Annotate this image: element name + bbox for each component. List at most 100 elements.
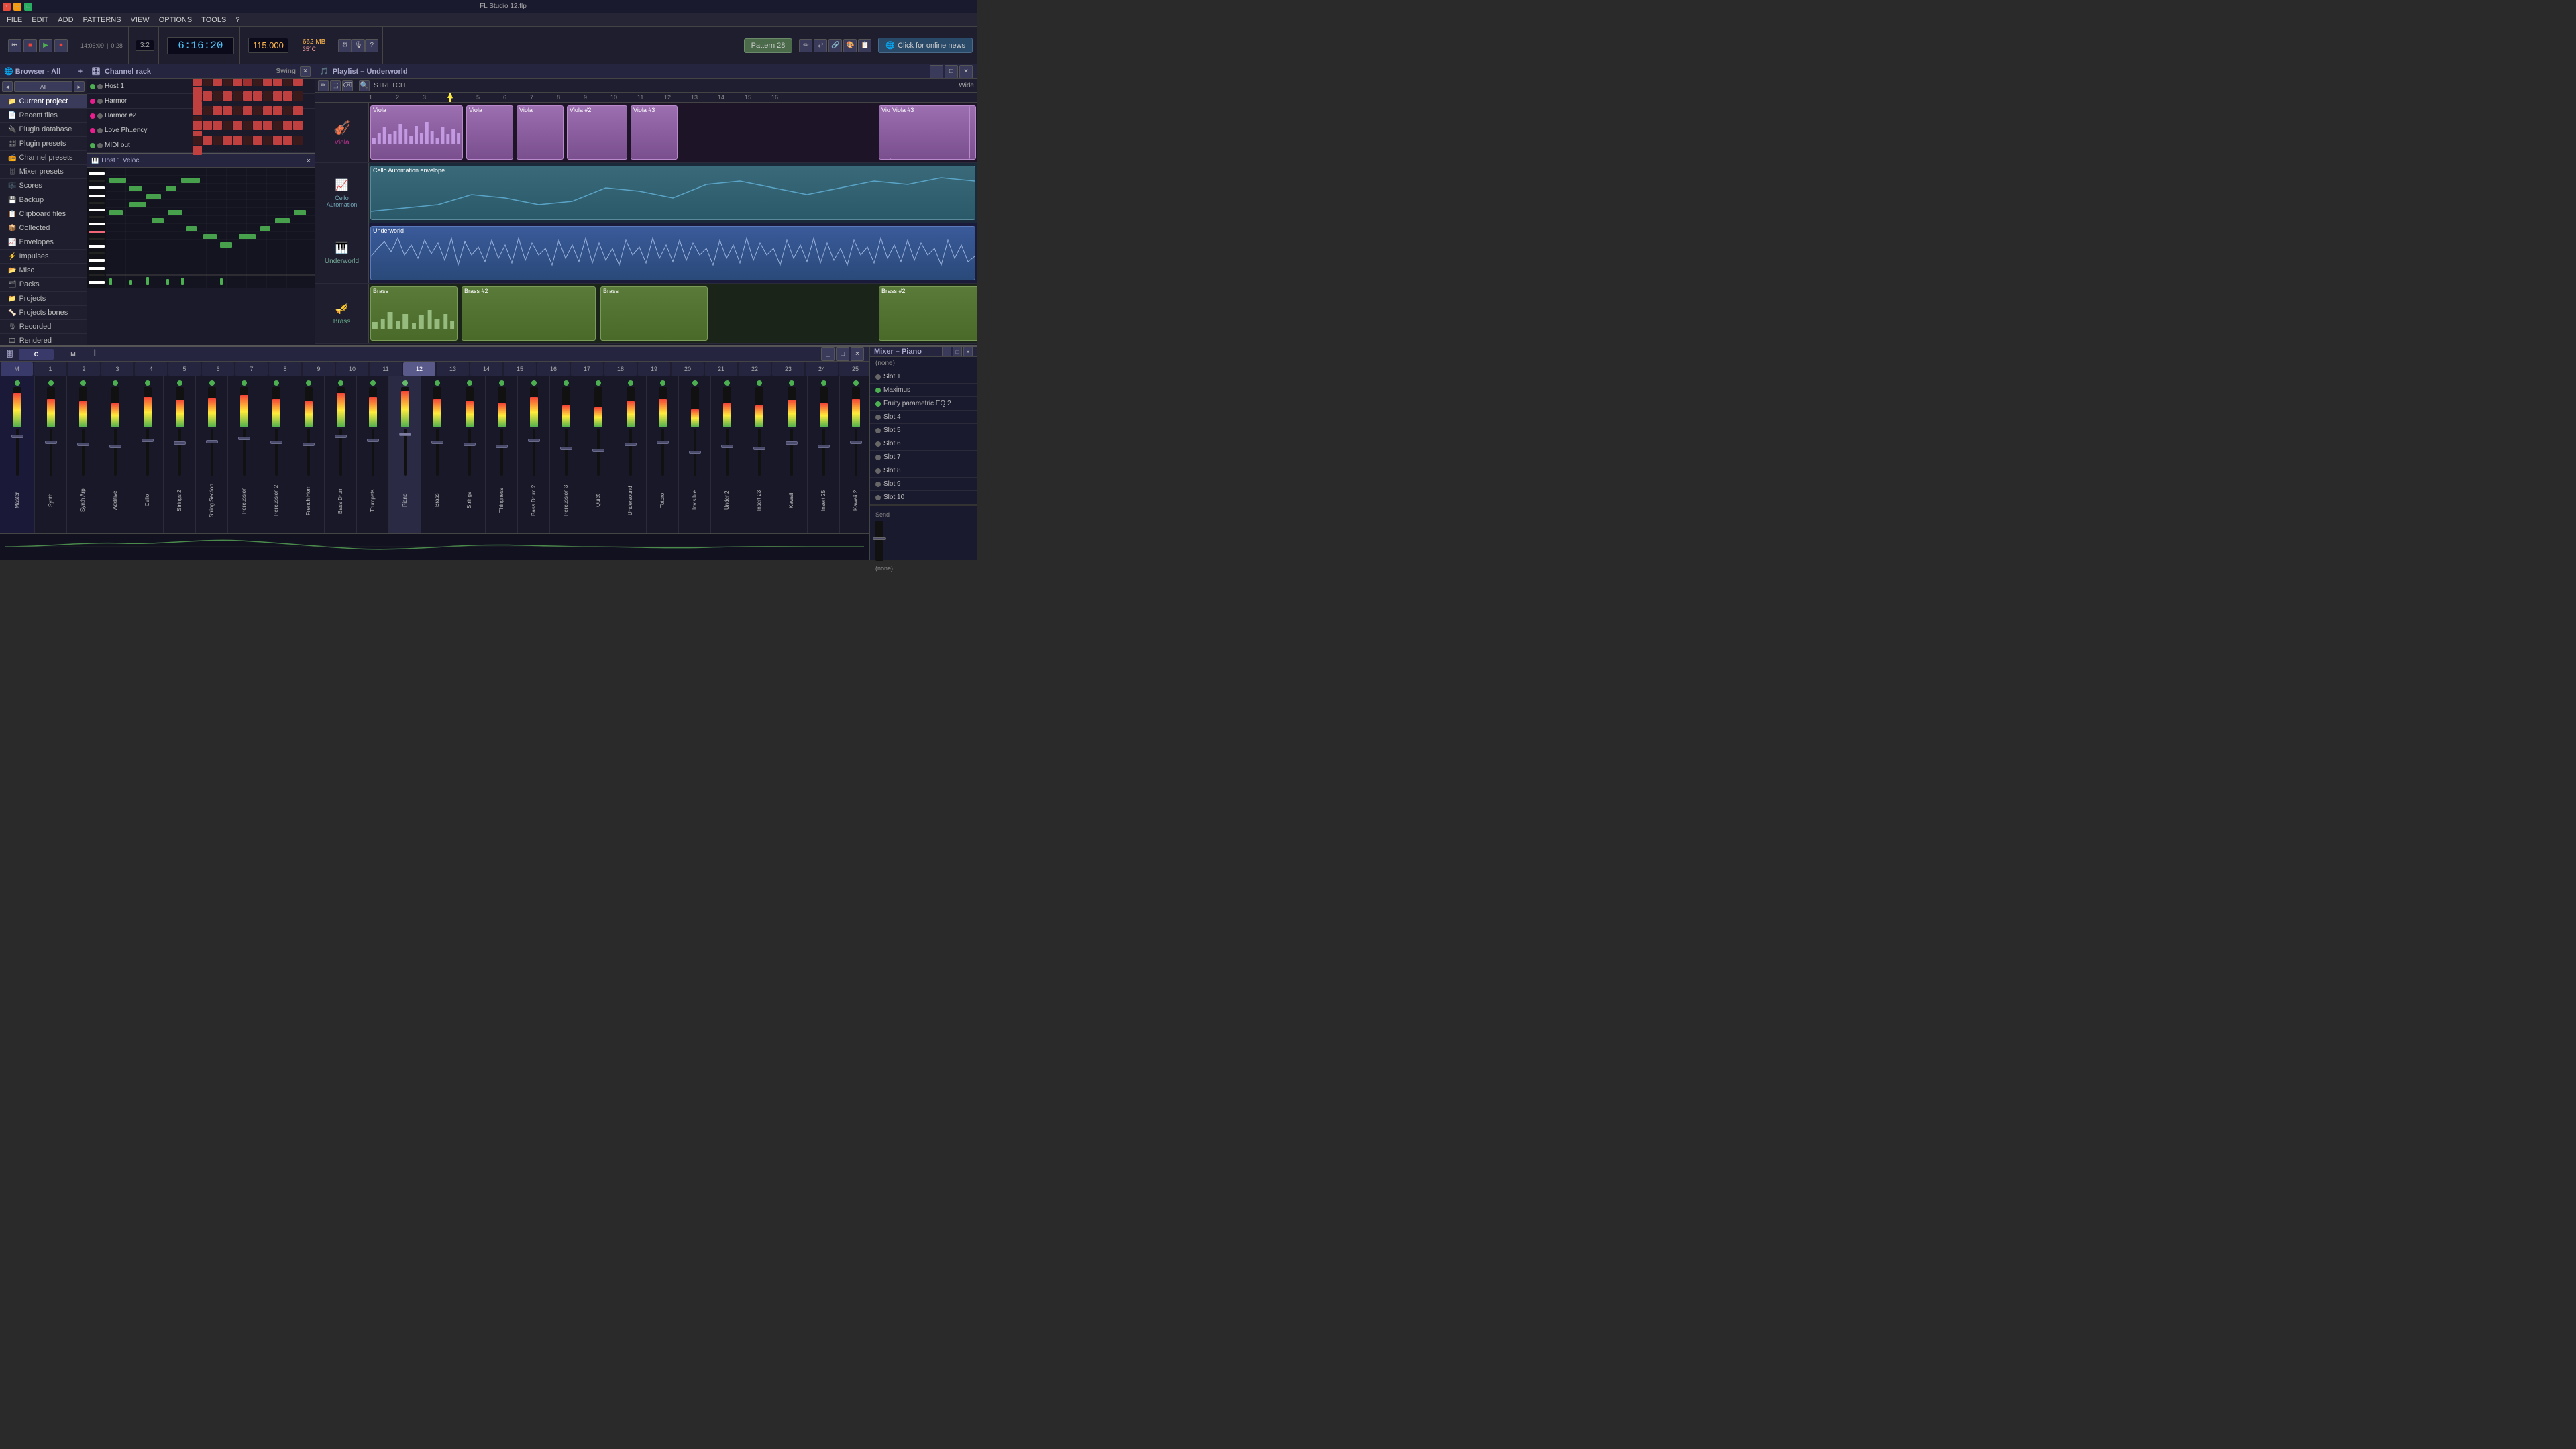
fx-slot-9[interactable]: Slot 9 [870,478,977,491]
fader-knob[interactable] [496,445,508,448]
step-cell[interactable] [223,121,232,130]
mixer-ch-led[interactable] [724,380,730,386]
mixer-ch-led[interactable] [531,380,537,386]
sidebar-item-rendered[interactable]: 🎞 Rendered [0,334,87,345]
select-tool[interactable]: ⬚ [330,80,341,91]
fx-min-btn[interactable]: _ [942,347,951,356]
mixer-ch-led[interactable] [306,380,311,386]
browser-back-btn[interactable]: ◄ [2,81,13,92]
mixer-num-6[interactable]: 6 [202,362,234,376]
mixer-channel-String Section[interactable]: String Section [196,376,228,533]
step-cell[interactable] [293,121,303,130]
step-cell[interactable] [263,136,272,145]
step-cell[interactable] [283,91,292,101]
fader-knob[interactable] [238,437,250,440]
mixer-channel-Additive[interactable]: Additive [99,376,131,533]
step-cell[interactable] [233,106,242,115]
mixer-channel-Synth[interactable]: Synth [35,376,67,533]
fader-knob[interactable] [174,441,186,445]
fader-knob[interactable] [206,440,218,443]
fader-knob[interactable] [786,441,798,445]
mixer-channel-Bass Drum[interactable]: Bass Drum [325,376,357,533]
fader-knob[interactable] [367,439,379,442]
mixer-minimize-btn[interactable]: _ [821,347,835,361]
fx-max-btn[interactable]: □ [953,347,962,356]
step-cell[interactable] [203,106,212,115]
menu-edit[interactable]: EDIT [28,15,52,25]
piano-roll-content[interactable] [87,168,315,288]
mixer-ch-led[interactable] [628,380,633,386]
mixer-ch-led[interactable] [499,380,504,386]
step-cell[interactable] [243,121,252,130]
fx-led-7[interactable] [875,455,881,460]
mixer-num-4[interactable]: 4 [135,362,167,376]
mixer-num-10[interactable]: 10 [336,362,368,376]
mixer-channel-Percussion 2[interactable]: Percussion 2 [260,376,292,533]
channel-name[interactable]: Harmor [105,97,189,105]
fader-knob[interactable] [335,435,347,438]
viola-clip-3[interactable]: Viola [517,105,564,160]
fader-knob[interactable] [753,447,765,450]
mixer-num-13[interactable]: 13 [437,362,469,376]
step-cell[interactable] [283,106,292,115]
mixer-ch-led[interactable] [596,380,601,386]
fader-knob[interactable] [399,433,411,436]
fader-knob[interactable] [818,445,830,448]
step-cell[interactable] [203,91,212,101]
tool-4[interactable]: 🎨 [843,39,857,52]
mixer-num-15[interactable]: 15 [504,362,536,376]
fx-slot-8[interactable]: Slot 8 [870,464,977,478]
mixer-channel-Insert 25[interactable]: Insert 25 [808,376,840,533]
step-cell[interactable] [253,136,262,145]
viola-clip-2[interactable]: Viola [466,105,513,160]
mixer-channel-French Horn[interactable]: French Horn [292,376,325,533]
channel-led[interactable] [90,128,95,133]
mixer-m-num[interactable]: M [56,349,91,360]
mixer-num-21[interactable]: 21 [705,362,737,376]
sidebar-item-misc[interactable]: 📂 Misc [0,264,87,278]
fader-knob[interactable] [431,441,443,444]
mixer-channel-Strings[interactable]: Strings [453,376,486,533]
mixer-ch-led[interactable] [338,380,343,386]
menu-options[interactable]: OPTIONS [155,15,197,25]
mixer-ch-led[interactable] [48,380,54,386]
help-btn[interactable]: ? [365,39,378,52]
channel-rack-close[interactable]: × [300,66,311,77]
sidebar-item-envelopes[interactable]: 📈 Envelopes [0,235,87,250]
mixer-channel-Percussion 3[interactable]: Percussion 3 [550,376,582,533]
brass-content[interactable]: Brass [369,284,977,343]
mixer-num-17[interactable]: 17 [571,362,603,376]
step-cell[interactable] [273,136,282,145]
fader-knob[interactable] [592,449,604,452]
fx-led-1[interactable] [875,374,881,380]
draw-tool[interactable]: ✏ [318,80,329,91]
mixer-channel-Cello[interactable]: Cello [131,376,164,533]
fader-knob[interactable] [689,451,701,454]
channel-name[interactable]: Host 1 [105,83,189,90]
fx-led-10[interactable] [875,495,881,500]
mixer-num-11[interactable]: 11 [370,362,402,376]
mixer-ch-led[interactable] [274,380,279,386]
step-cell[interactable] [213,91,222,101]
send-fader-knob[interactable] [873,537,886,540]
step-cell[interactable] [193,106,202,115]
step-cell[interactable] [283,136,292,145]
sidebar-item-projects-bones[interactable]: 🦴 Projects bones [0,306,87,320]
fx-led-eq[interactable] [875,401,881,407]
mixer-channel-Invisible[interactable]: Invisible [679,376,711,533]
brass-clip-3[interactable]: Brass [600,286,708,341]
step-cell[interactable] [193,146,202,155]
mixer-channel-Strings 2[interactable]: Strings 2 [164,376,196,533]
fader-knob[interactable] [45,441,57,444]
brass-clip-1[interactable]: Brass [370,286,458,341]
mixer-maximize-btn[interactable]: □ [836,347,849,361]
step-cell[interactable] [203,136,212,145]
sidebar-item-recorded[interactable]: 🎙 Recorded [0,320,87,334]
mixer-ch-led[interactable] [467,380,472,386]
step-cell[interactable] [233,91,242,101]
close-btn[interactable]: × [3,3,11,11]
mixer-channel-Piano[interactable]: Piano [389,376,421,533]
browser-fwd-btn[interactable]: ► [74,81,85,92]
mixer-ch-led[interactable] [15,380,20,386]
mixer-num-2[interactable]: 2 [68,362,100,376]
